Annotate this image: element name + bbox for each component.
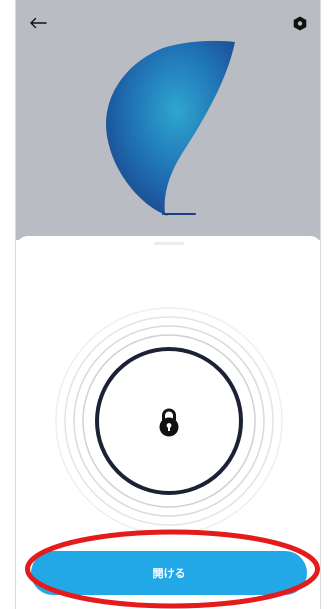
bottom-sheet: 開ける (16, 236, 320, 609)
arrow-left-icon (30, 17, 47, 29)
blue-teardrop-logo (106, 40, 236, 217)
lock-toggle-button[interactable] (95, 349, 243, 497)
back-button[interactable] (26, 11, 50, 35)
sheet-handle[interactable] (154, 242, 184, 245)
header-area (16, 0, 320, 240)
open-button[interactable]: 開ける (31, 551, 307, 595)
hexagon-settings-icon (293, 16, 307, 30)
lock-dial (54, 306, 284, 536)
padlock-icon (159, 408, 179, 437)
settings-button[interactable] (290, 13, 310, 33)
app-screen: 開ける (15, 0, 321, 609)
